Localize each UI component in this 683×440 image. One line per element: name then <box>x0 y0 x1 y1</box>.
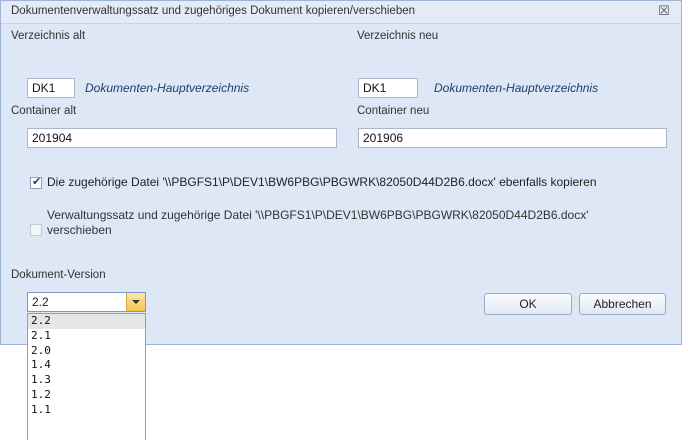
version-option[interactable]: 1.4 <box>28 358 145 373</box>
copy-file-label: Die zugehörige Datei '\\PBGFS1\P\DEV1\BW… <box>47 175 597 189</box>
verzeichnis-alt-label: Verzeichnis alt <box>11 30 86 42</box>
version-select-value: 2.2 <box>32 295 49 309</box>
version-option[interactable]: 2.1 <box>28 329 145 344</box>
verzeichnis-alt-description: Dokumenten-Hauptverzeichnis <box>85 81 250 95</box>
check-icon: ✔ <box>32 176 42 188</box>
version-dropdown-list: 2.2 2.1 2.0 1.4 1.3 1.2 1.1 <box>27 313 146 440</box>
verzeichnis-neu-input[interactable]: DK1 <box>358 78 418 98</box>
dialog-title: Dokumentenverwaltungssatz und zugehörige… <box>11 5 416 17</box>
version-option[interactable]: 1.3 <box>28 373 145 388</box>
container-alt-label: Container alt <box>11 105 77 117</box>
move-file-label-line2: verschieben <box>47 223 112 237</box>
version-select[interactable]: 2.2 <box>27 292 146 312</box>
version-label: Dokument-Version <box>11 269 106 281</box>
ok-button[interactable]: OK <box>484 293 572 315</box>
cancel-button[interactable]: Abbrechen <box>579 293 666 315</box>
version-option[interactable]: 1.1 <box>28 403 145 418</box>
container-neu-label: Container neu <box>357 105 430 117</box>
verzeichnis-alt-input[interactable]: DK1 <box>27 78 75 98</box>
faint-background-artifact <box>150 350 480 363</box>
verzeichnis-neu-description: Dokumenten-Hauptverzeichnis <box>434 81 599 95</box>
copy-file-checkbox[interactable]: ✔ <box>30 176 42 189</box>
version-option[interactable]: 2.0 <box>28 344 145 359</box>
close-icon[interactable]: ☒ <box>655 3 673 19</box>
container-alt-input[interactable]: 201904 <box>27 128 337 148</box>
verzeichnis-neu-label: Verzeichnis neu <box>357 30 439 42</box>
move-file-checkbox[interactable] <box>30 224 42 236</box>
dialog-titlebar: Dokumentenverwaltungssatz und zugehörige… <box>1 1 681 24</box>
version-option[interactable]: 1.2 <box>28 388 145 403</box>
chevron-down-icon[interactable] <box>126 293 145 311</box>
container-neu-input[interactable]: 201906 <box>358 128 667 148</box>
version-option[interactable]: 2.2 <box>28 314 145 329</box>
move-file-label-line1: Verwaltungssatz und zugehörige Datei '\\… <box>47 208 589 222</box>
